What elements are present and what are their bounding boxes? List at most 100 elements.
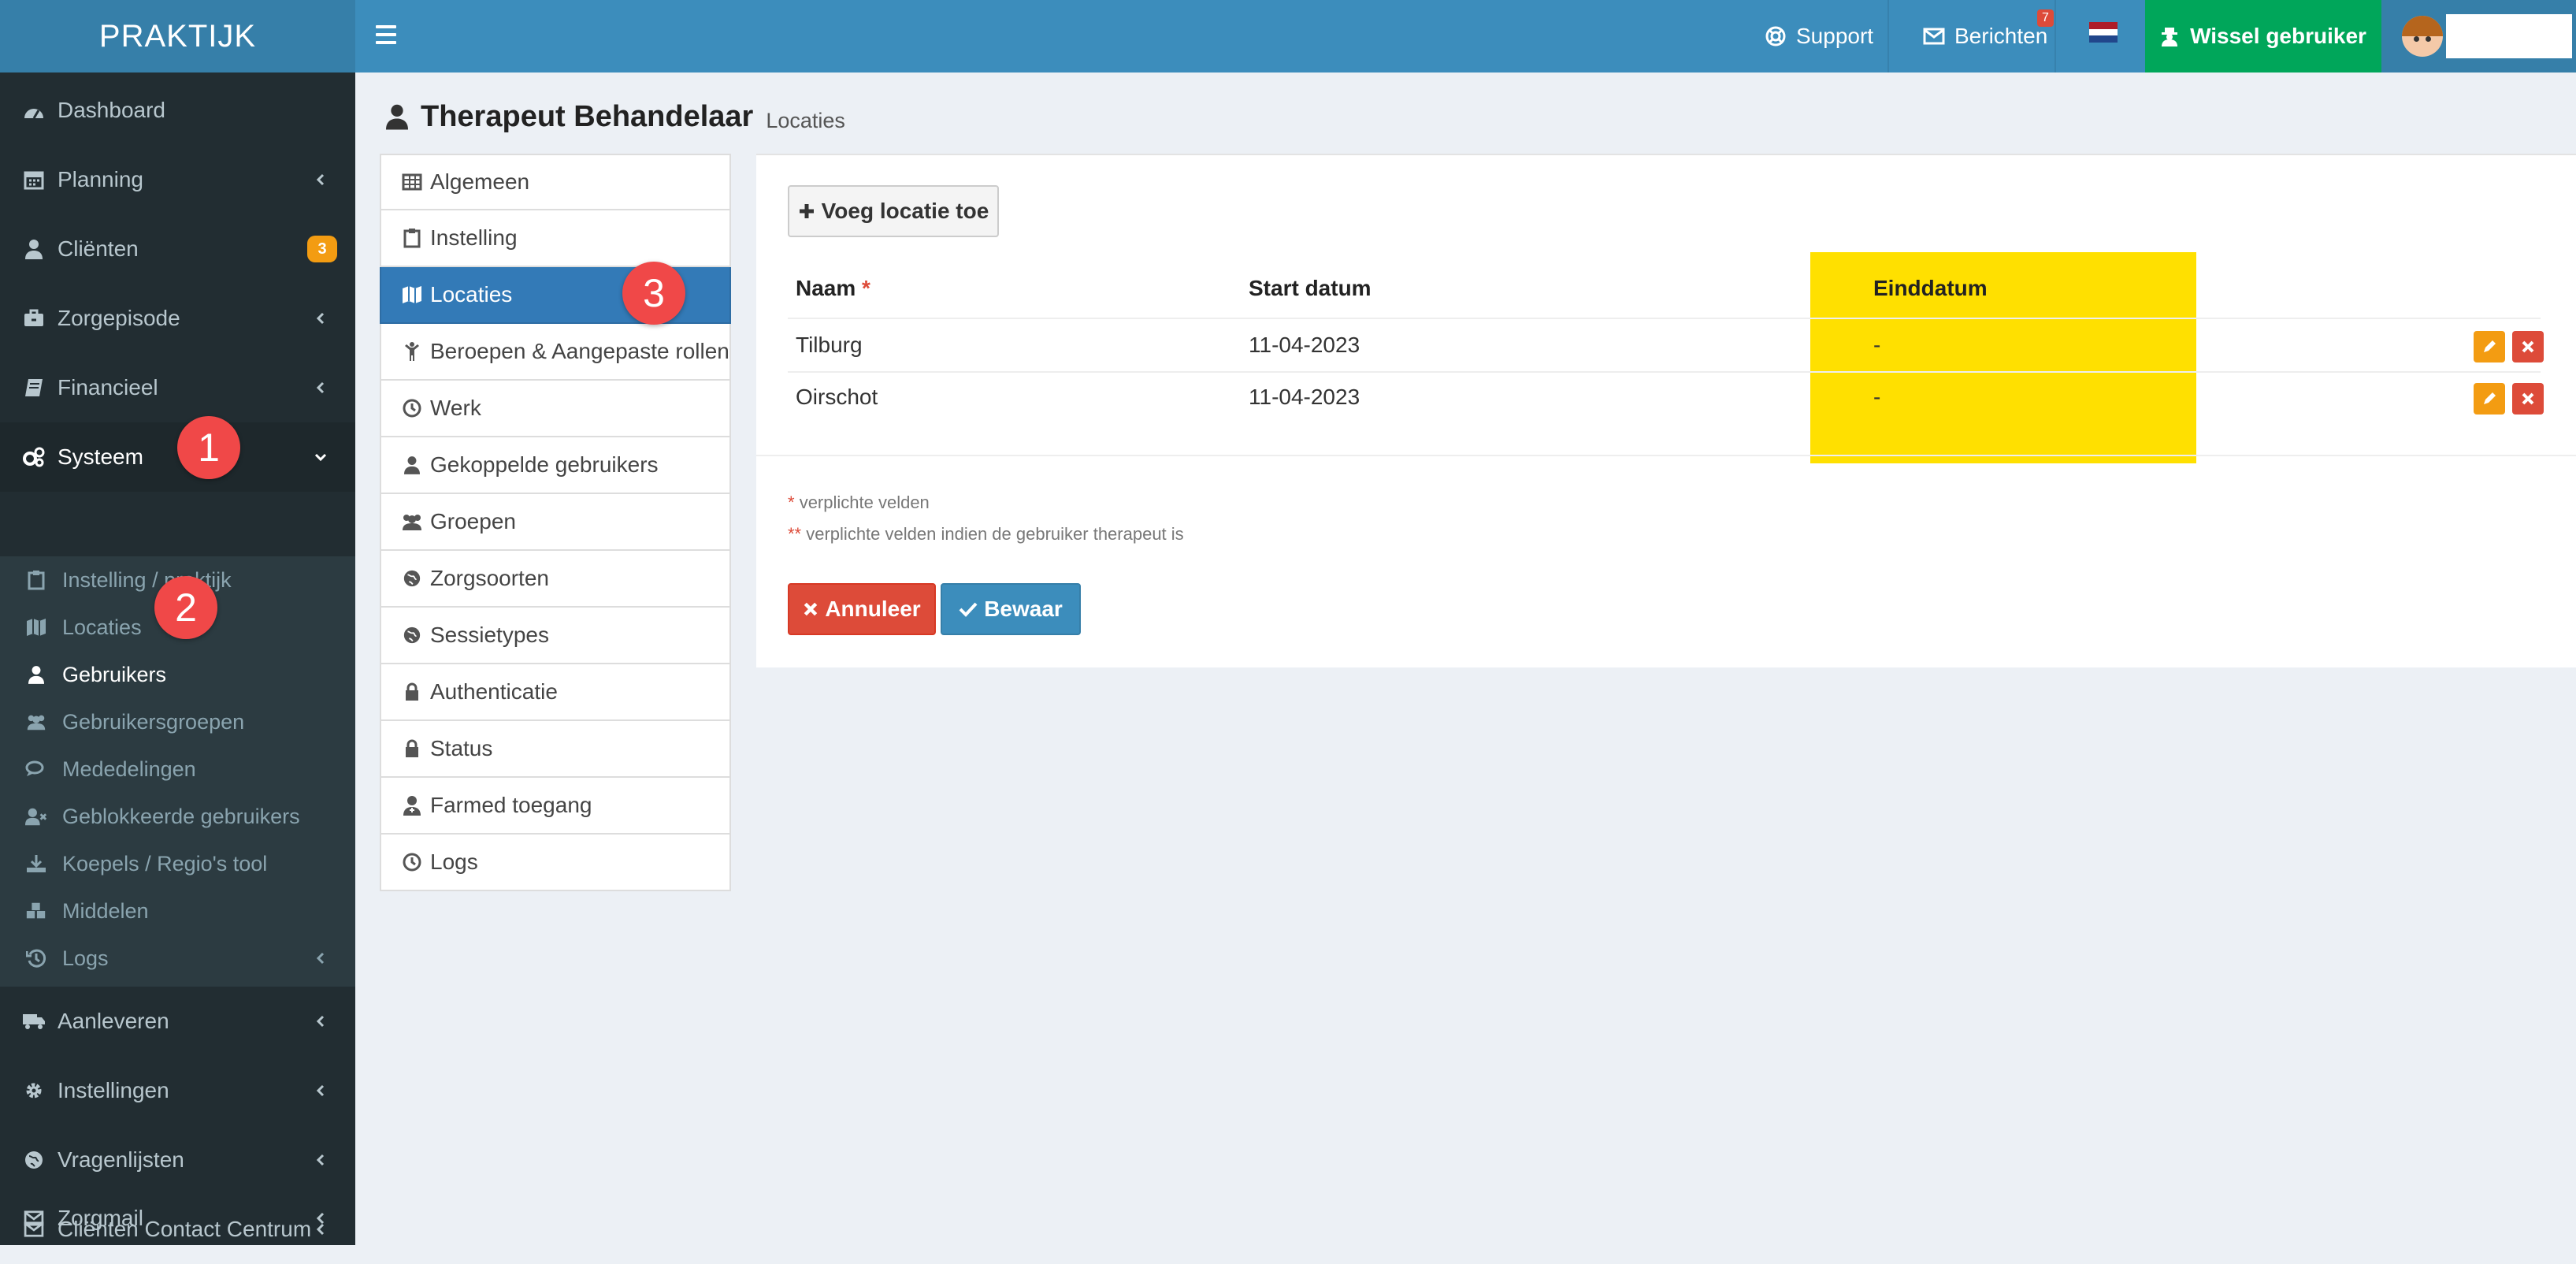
table-divider [788,318,2541,319]
submenu-item-geblokkeerde-gebruikers[interactable]: Geblokkeerde gebruikers [0,793,355,840]
gears-icon [22,445,46,469]
user-secret-icon [2162,28,2178,46]
step-marker-2: 2 [154,576,217,639]
support-link[interactable]: Support [1765,0,1873,72]
required-fields-note: * verplichte velden [788,493,930,512]
brand-logo[interactable]: PRAKTIJK [0,0,355,72]
sidebar-item-clienten[interactable]: Cliënten 3 [0,214,355,284]
tab-groepen[interactable]: Groepen [380,494,731,551]
tab-logs[interactable]: Logs [380,835,731,891]
row-1-delete-button[interactable] [2512,331,2544,362]
messages-link[interactable]: Berichten [1923,0,2047,72]
submenu-item-middelen[interactable]: Middelen [0,887,355,935]
tab-zorgsoorten[interactable]: Zorgsoorten [380,551,731,608]
submenu-item-logs[interactable]: Logs [0,935,355,982]
cubes-icon [25,900,47,922]
flag-stripe-red [2089,22,2118,29]
messages-count-badge: 7 [2037,9,2054,27]
row-2-end: - [1873,385,1881,409]
history-icon [25,947,47,969]
tab-instelling[interactable]: Instelling [380,210,731,267]
section-divider [756,455,2576,456]
language-flag-icon[interactable] [2089,22,2118,43]
sidebar-item-zorgepisode[interactable]: Zorgepisode [0,284,355,353]
page-subtitle: Locaties [766,108,845,132]
chevron-left-icon [316,1084,325,1097]
row-2-delete-button[interactable] [2512,383,2544,415]
row-1-start: 11-04-2023 [1249,333,1360,357]
tab-sessietypes[interactable]: Sessietypes [380,608,731,664]
nav-divider [2054,0,2056,72]
clock-icon [400,850,424,874]
tab-beroepen[interactable]: Beroepen & Aangepaste rollen [380,324,731,381]
envelope-icon [22,1206,46,1230]
close-icon [2522,340,2534,353]
user-tab-menu: Algemeen Instelling Locaties Beroepen & … [380,154,731,891]
add-location-button[interactable]: Voeg locatie toe [788,185,999,237]
download-icon [25,853,47,875]
column-header-naam: Naam * [796,276,870,300]
nav-divider [1887,0,1889,72]
tab-status[interactable]: Status [380,721,731,778]
flag-stripe-blue [2089,35,2118,43]
row-2-name: Oirschot [796,385,878,409]
step-marker-3: 3 [622,262,685,325]
switch-user-button[interactable]: Wissel gebruiker [2145,0,2381,72]
tab-farmed-toegang[interactable]: Farmed toegang [380,778,731,835]
pencil-icon [2484,340,2496,352]
cancel-button[interactable]: Annuleer [788,583,936,635]
column-header-einddatum: Einddatum [1873,276,1988,300]
row-1-edit-button[interactable] [2474,331,2505,362]
sidebar-item-systeem[interactable]: Systeem [0,422,355,492]
sidebar-item-vragenlijsten[interactable]: Vragenlijsten [0,1125,355,1195]
user-menu[interactable] [2381,0,2576,72]
sidebar-toggle-icon[interactable] [376,20,396,52]
lifebuoy-icon [1765,26,1786,46]
sidebar-item-planning[interactable]: Planning [0,145,355,214]
user-icon [22,237,46,261]
sidebar-item-aanleveren[interactable]: Aanleveren [0,987,355,1056]
lock-icon [400,737,424,760]
user-md-icon [400,794,424,817]
user-name-redacted [2446,14,2572,58]
submenu-item-gebruikersgroepen[interactable]: Gebruikersgroepen [0,698,355,745]
submenu-item-mededelingen[interactable]: Mededelingen [0,745,355,793]
globe-icon [22,1148,46,1172]
switch-user-label: Wissel gebruiker [2190,24,2366,48]
sidebar-item-dashboard[interactable]: Dashboard [0,76,355,145]
tab-algemeen[interactable]: Algemeen [380,154,731,210]
submenu-item-koepels-regio[interactable]: Koepels / Regio's tool [0,840,355,887]
truck-icon [22,1009,46,1033]
support-label: Support [1796,24,1874,48]
comments-icon [25,758,47,780]
sidebar-item-zorgmail[interactable]: Zorgmail [0,1192,355,1245]
chevron-left-icon [316,1015,325,1028]
sidebar-item-instellingen[interactable]: Instellingen [0,1056,355,1125]
row-1-end: - [1873,333,1881,357]
chevron-down-icon [314,453,327,462]
row-2-edit-button[interactable] [2474,383,2505,415]
check-icon [959,602,978,617]
lock-icon [400,680,424,704]
clock-icon [400,396,424,420]
table-divider [788,371,2541,373]
gear-icon [22,1079,46,1102]
chevron-left-icon [316,952,325,965]
briefcase-icon [22,307,46,330]
map-icon [25,616,47,638]
chevron-left-icon [316,312,325,325]
tab-werk[interactable]: Werk [380,381,731,437]
users-icon [400,510,424,533]
row-2-start: 11-04-2023 [1249,385,1360,409]
messages-label: Berichten [1954,24,2048,48]
column-header-start-datum: Start datum [1249,276,1372,300]
submenu-item-gebruikers[interactable]: Gebruikers [0,651,355,698]
plus-icon [799,204,814,218]
locations-panel: Voeg locatie toe Naam * Start datum Eind… [756,154,2576,667]
tab-authenticatie[interactable]: Authenticatie [380,664,731,721]
tab-gekoppelde-gebruikers[interactable]: Gekoppelde gebruikers [380,437,731,494]
row-1-name: Tilburg [796,333,863,357]
save-button[interactable]: Bewaar [941,583,1081,635]
globe-icon [400,623,424,647]
sidebar-item-financieel[interactable]: Financieel [0,353,355,422]
